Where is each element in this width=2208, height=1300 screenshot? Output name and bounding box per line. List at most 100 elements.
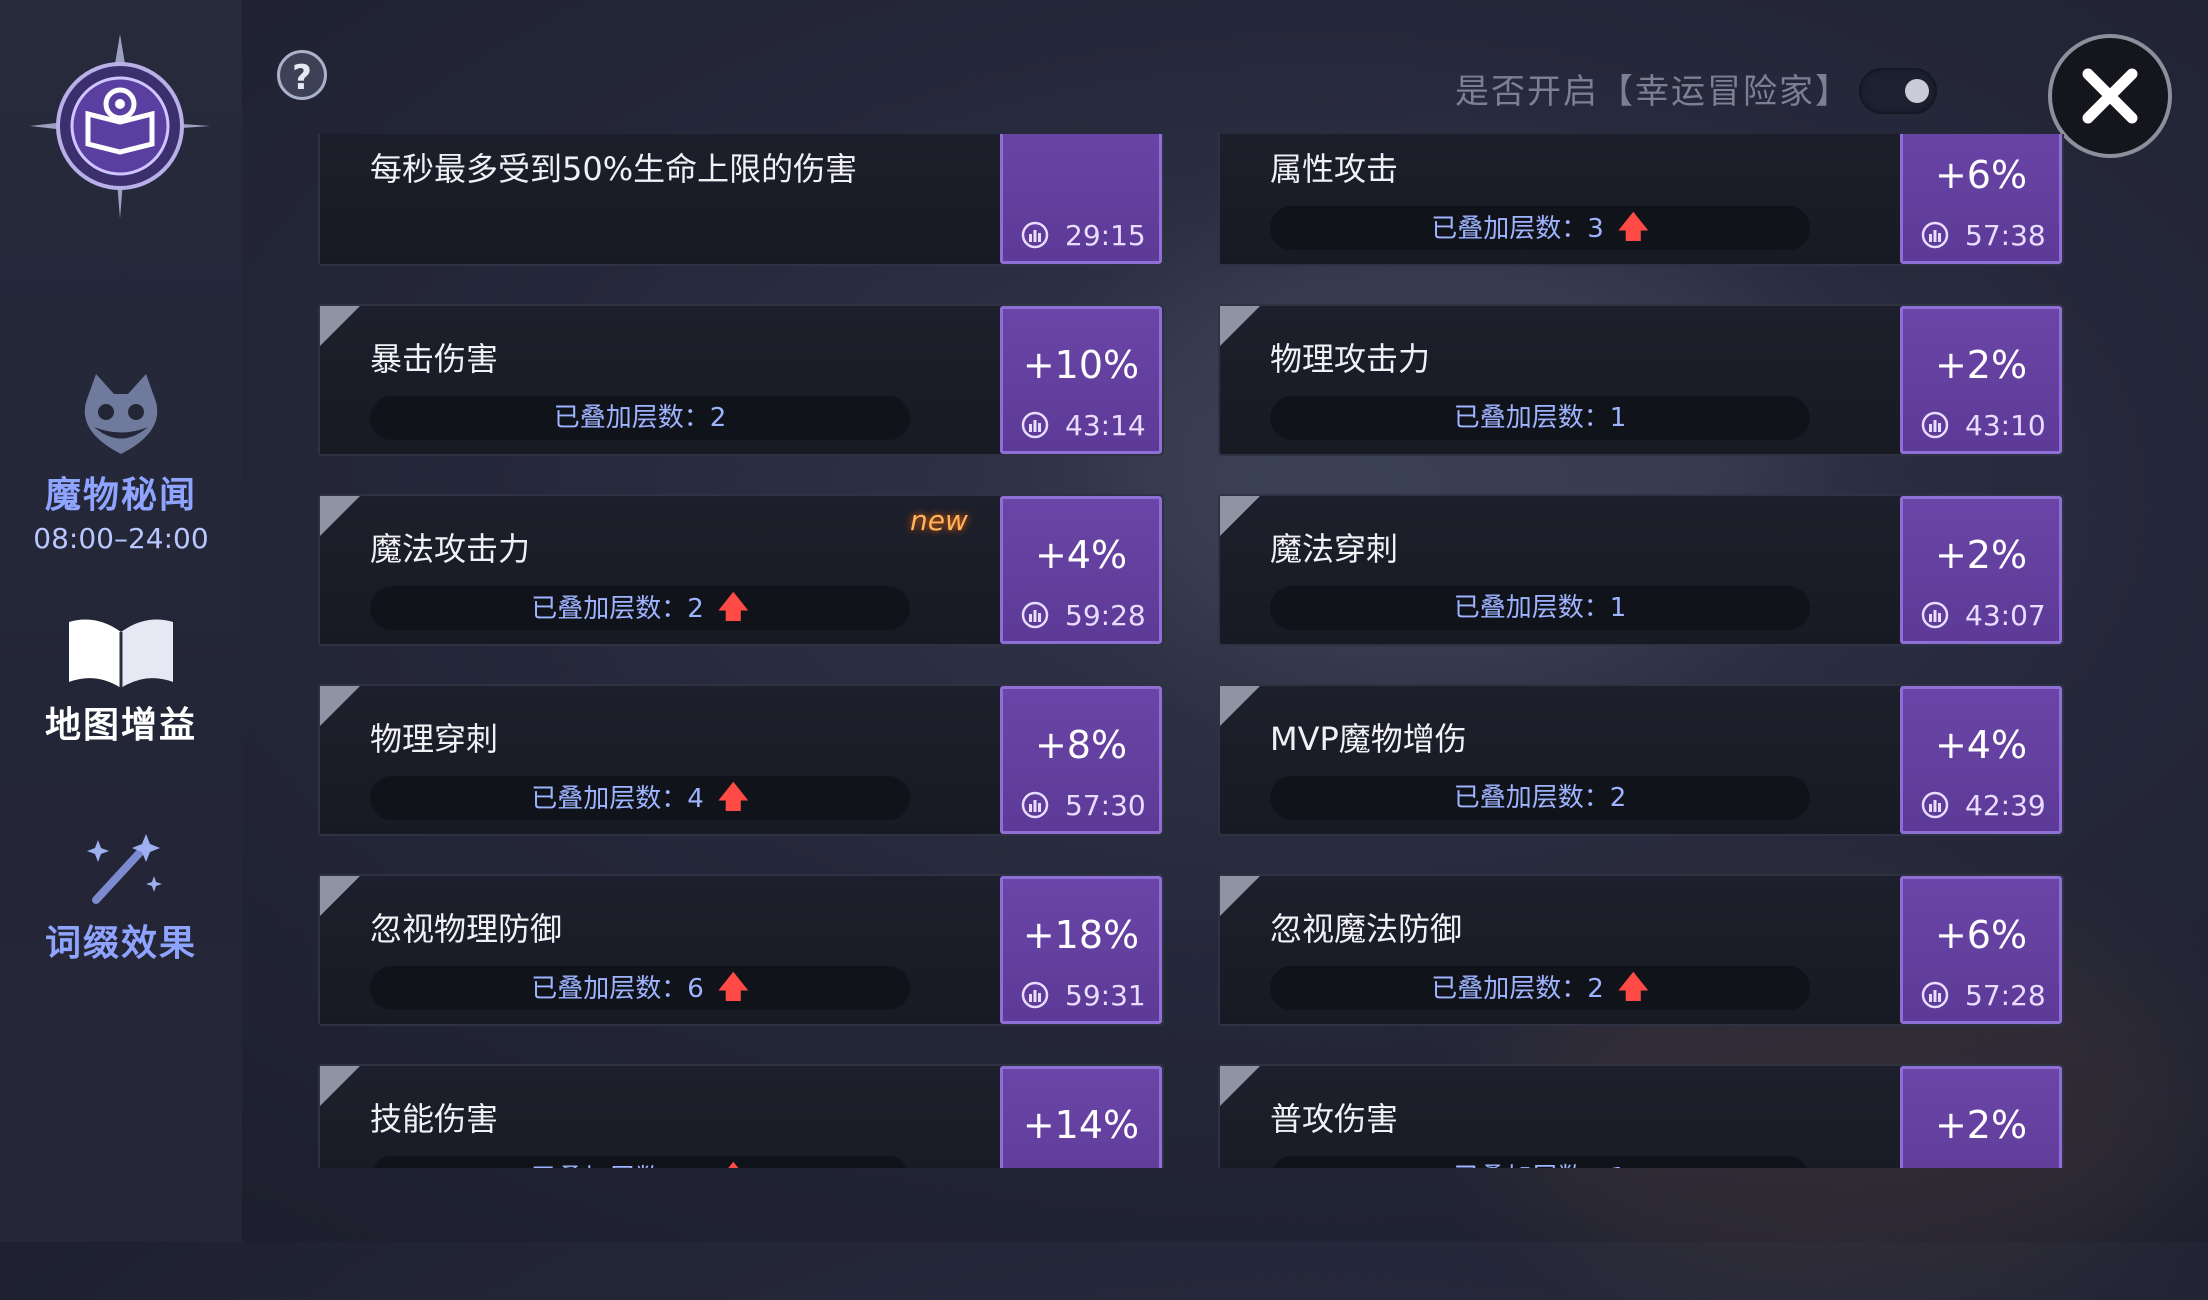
buff-name: 暴击伤害 bbox=[370, 340, 499, 378]
toggle-knob bbox=[1905, 79, 1929, 103]
buff-timer: 59:31 bbox=[1065, 979, 1146, 1012]
stack-count-text: 已叠加层数：1 bbox=[1453, 403, 1627, 433]
corner-marker bbox=[320, 1066, 360, 1106]
timer-icon bbox=[1021, 791, 1049, 819]
timer-icon bbox=[1021, 981, 1049, 1009]
buff-name: 技能伤害 bbox=[370, 1100, 499, 1138]
sidebar-item-monster-lore[interactable]: 魔物秘闻 08:00–24:00 bbox=[0, 372, 242, 555]
buff-value-panel: +2%42:37 bbox=[1900, 1066, 2062, 1168]
sidebar-item-map-buff[interactable]: 地图增益 bbox=[0, 612, 242, 748]
buff-value-panel: +14%58:28 bbox=[1000, 1066, 1162, 1168]
sidebar-item-label: 地图增益 bbox=[44, 705, 197, 746]
sidebar-item-label: 魔物秘闻 bbox=[44, 475, 197, 516]
buff-card[interactable]: 每秒最多受到50%生命上限的伤害 29:15 bbox=[318, 134, 1164, 266]
corner-marker bbox=[1220, 876, 1260, 916]
buff-card[interactable]: 普攻伤害已叠加层数：1 +2%42:37 bbox=[1218, 1064, 2064, 1168]
buff-value-panel: +6% 57:28 bbox=[1900, 876, 2062, 1024]
buff-percent: +10% bbox=[1022, 343, 1140, 387]
buff-percent: +4% bbox=[1934, 723, 2028, 767]
buff-timer: 57:28 bbox=[1965, 979, 2046, 1012]
stack-count-text: 已叠加层数：2 bbox=[553, 403, 727, 433]
corner-marker bbox=[1220, 686, 1260, 726]
buff-value-panel: +10% 43:14 bbox=[1000, 306, 1162, 454]
compass-emblem-icon bbox=[30, 34, 210, 219]
buff-card[interactable]: 忽视物理防御已叠加层数：6 🡅 +18% 59:31 bbox=[318, 874, 1164, 1026]
sidebar-item-affix-effects[interactable]: 词缀效果 bbox=[0, 830, 242, 966]
buff-card[interactable]: 魔法穿刺 已叠加层数：1 +2% 43:07 bbox=[1218, 494, 2064, 646]
buff-name: 物理穿刺 bbox=[370, 720, 499, 758]
buff-name: 忽视物理防御 bbox=[370, 910, 563, 948]
buff-card[interactable]: 属性攻击 已叠加层数：3 🡅 +6% 57:38 bbox=[1218, 134, 2064, 266]
stack-count-text: 已叠加层数：4 bbox=[531, 784, 704, 814]
buff-percent: +2% bbox=[1934, 1103, 2028, 1147]
stack-count-text: 已叠加层数：1 bbox=[1453, 593, 1627, 623]
stack-count: 已叠加层数：2 🡅 bbox=[370, 586, 910, 630]
sidebar: 魔物秘闻 08:00–24:00 地图增益 词缀效果 bbox=[0, 0, 242, 1242]
corner-marker bbox=[320, 876, 360, 916]
stack-count: 已叠加层数：7 🡅 bbox=[370, 1156, 910, 1168]
timer-icon bbox=[1921, 981, 1949, 1009]
buff-card[interactable]: 物理攻击力 已叠加层数：1 +2% 43:10 bbox=[1218, 304, 2064, 456]
stack-count: 已叠加层数：6 🡅 bbox=[370, 966, 910, 1010]
buff-list[interactable]: 每秒最多受到50%生命上限的伤害 29:15 暴击伤害已叠加层数：2 +10% 43:1… bbox=[318, 134, 2068, 1168]
corner-marker bbox=[1220, 306, 1260, 346]
buff-percent: +8% bbox=[1034, 723, 1128, 767]
stack-count: 已叠加层数：1 bbox=[1270, 586, 1810, 630]
close-icon bbox=[2082, 68, 2138, 124]
buff-timer: 43:14 bbox=[1065, 409, 1146, 442]
buff-card[interactable]: 技能伤害已叠加层数：7 🡅 +14%58:28 bbox=[318, 1064, 1164, 1168]
buff-timer: 29:15 bbox=[1065, 219, 1146, 252]
timer-icon bbox=[1021, 601, 1049, 629]
buff-card[interactable]: 魔法攻击力 已叠加层数：2 🡅 new +4% 59:28 bbox=[318, 494, 1164, 646]
buff-name: 每秒最多受到50%生命上限的伤害 bbox=[370, 150, 858, 188]
increase-arrow-icon: 🡅 bbox=[717, 780, 749, 815]
corner-marker bbox=[1220, 1066, 1260, 1106]
help-button[interactable]: ? bbox=[277, 50, 327, 100]
stack-count-text: 已叠加层数：7 bbox=[531, 1164, 704, 1168]
corner-marker bbox=[320, 686, 360, 726]
stack-count: 已叠加层数：1 bbox=[1270, 396, 1810, 440]
buff-timer: 59:28 bbox=[1065, 599, 1146, 632]
increase-arrow-icon: 🡅 bbox=[1617, 970, 1649, 1005]
stack-count-text: 已叠加层数：1 bbox=[1454, 1163, 1627, 1168]
stack-count-text: 已叠加层数：2 bbox=[1431, 974, 1604, 1004]
buff-value-panel: +6% 57:38 bbox=[1900, 134, 2062, 264]
stack-count: 已叠加层数：2 🡅 bbox=[1270, 966, 1810, 1010]
buff-value-panel: +2% 43:07 bbox=[1900, 496, 2062, 644]
buff-percent: +18% bbox=[1022, 913, 1140, 957]
buff-name: 魔法攻击力 bbox=[370, 530, 531, 568]
timer-icon bbox=[1021, 221, 1049, 249]
buff-card[interactable]: MVP魔物增伤已叠加层数：2 +4% 42:39 bbox=[1218, 684, 2064, 836]
buff-name: 忽视魔法防御 bbox=[1270, 910, 1463, 948]
stack-count: 已叠加层数：2 bbox=[370, 396, 910, 440]
stack-count-text: 已叠加层数：3 bbox=[1431, 214, 1604, 244]
corner-marker bbox=[1220, 496, 1260, 536]
stack-count-text: 已叠加层数：6 bbox=[531, 974, 704, 1004]
lucky-adventurer-toggle[interactable] bbox=[1859, 68, 1937, 114]
buff-timer: 57:30 bbox=[1065, 789, 1146, 822]
timer-icon bbox=[1921, 221, 1949, 249]
open-book-icon bbox=[69, 619, 173, 688]
buff-value-panel: 29:15 bbox=[1000, 134, 1162, 264]
buff-name: 物理攻击力 bbox=[1270, 340, 1431, 378]
buff-value-panel: +8% 57:30 bbox=[1000, 686, 1162, 834]
corner-marker bbox=[320, 496, 360, 536]
timer-icon bbox=[1921, 411, 1949, 439]
magic-wand-icon bbox=[87, 834, 162, 904]
buff-card[interactable]: 物理穿刺已叠加层数：4 🡅 +8% 57:30 bbox=[318, 684, 1164, 836]
buff-name: MVP魔物增伤 bbox=[1270, 720, 1467, 758]
timer-icon bbox=[1021, 411, 1049, 439]
corner-marker bbox=[320, 306, 360, 346]
buff-timer: 57:38 bbox=[1965, 219, 2046, 252]
buff-timer: 42:39 bbox=[1965, 789, 2046, 822]
buff-card[interactable]: 忽视魔法防御已叠加层数：2 🡅 +6% 57:28 bbox=[1218, 874, 2064, 1026]
buff-card[interactable]: 暴击伤害已叠加层数：2 +10% 43:14 bbox=[318, 304, 1164, 456]
stack-count: 已叠加层数：3 🡅 bbox=[1270, 206, 1810, 250]
timer-icon bbox=[1921, 791, 1949, 819]
increase-arrow-icon: 🡅 bbox=[717, 970, 749, 1005]
buff-percent: +2% bbox=[1934, 343, 2028, 387]
stack-count: 已叠加层数：4 🡅 bbox=[370, 776, 910, 820]
increase-arrow-icon: 🡅 bbox=[1617, 210, 1649, 245]
stack-count-text: 已叠加层数：2 bbox=[1453, 783, 1627, 813]
buff-timer: 43:07 bbox=[1965, 599, 2046, 632]
